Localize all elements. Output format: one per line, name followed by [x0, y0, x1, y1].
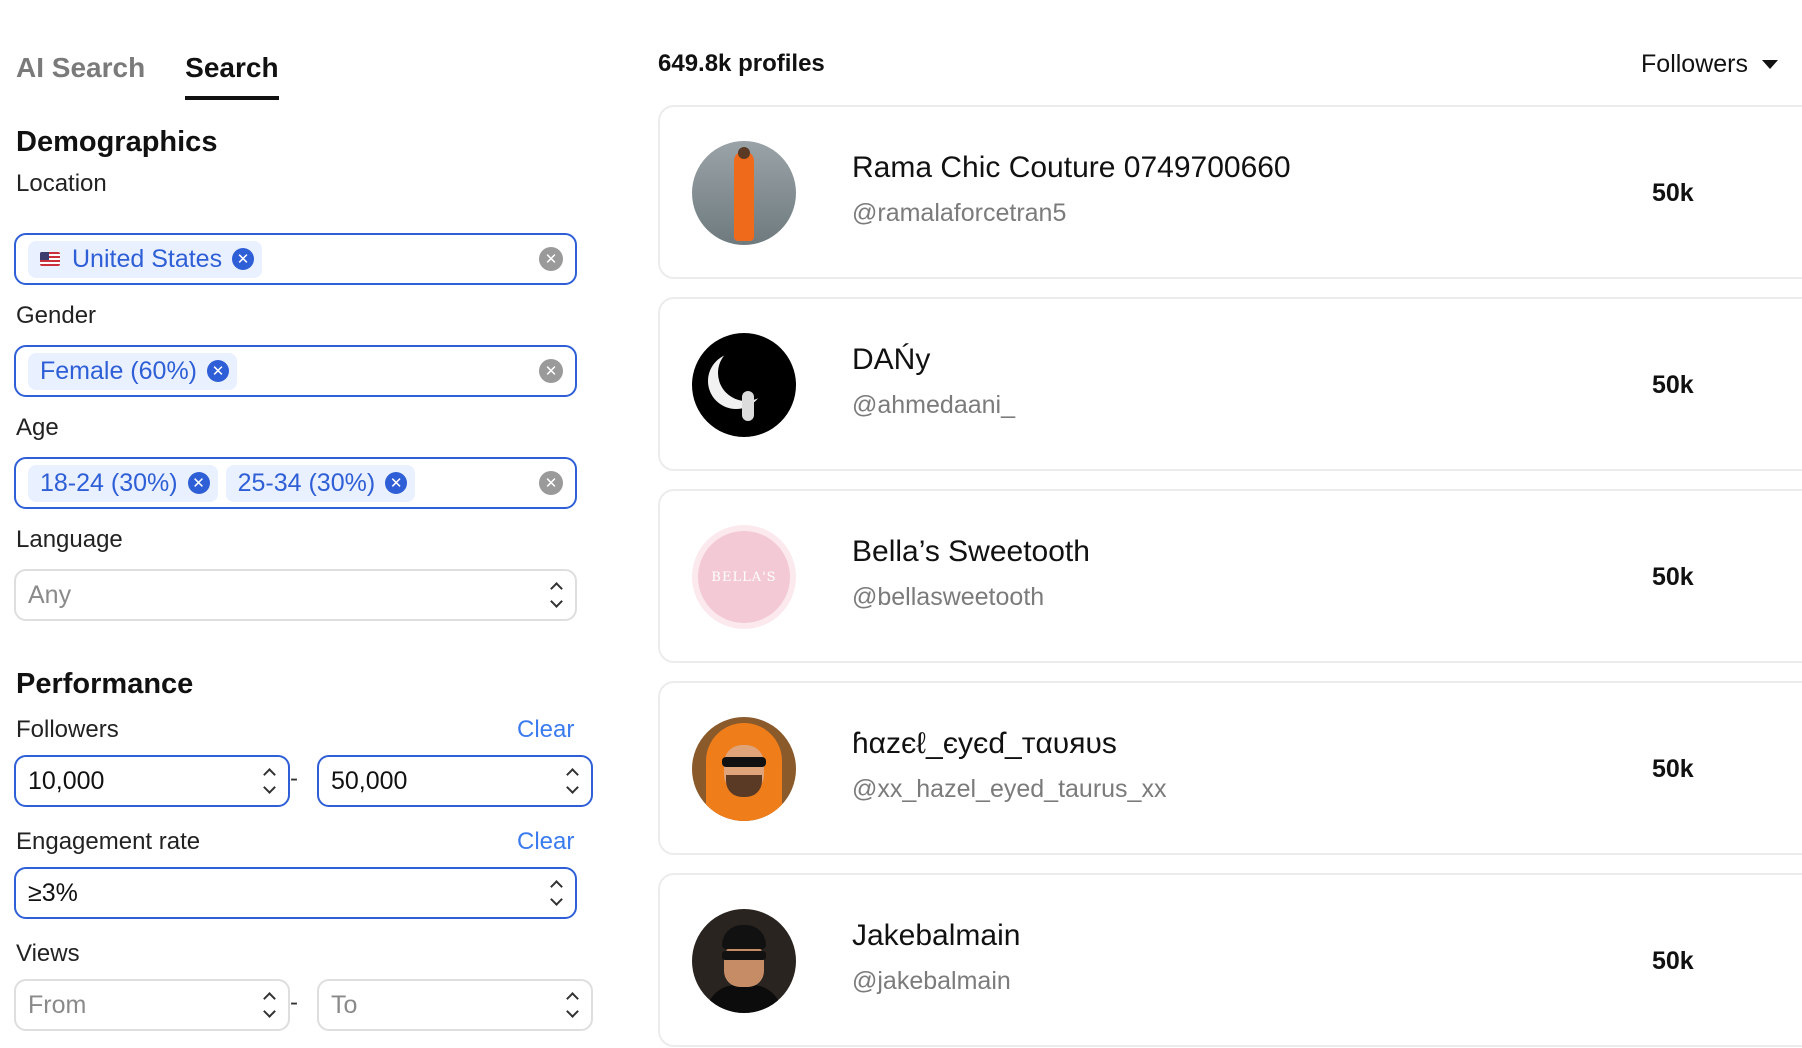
avatar-logo-text: BELLA'S: [711, 569, 777, 585]
age-chip: 25-34 (30%) ✕: [225, 464, 416, 502]
engagement-select[interactable]: ≥3%: [14, 867, 577, 919]
followers-from-value: 10,000: [28, 766, 105, 795]
age-label: Age: [16, 414, 59, 441]
chevron-updown-icon: [565, 770, 579, 792]
gender-label: Gender: [16, 302, 97, 329]
followers-from-select[interactable]: 10,000: [14, 755, 290, 807]
gender-chip-label: Female (60%): [40, 356, 197, 385]
sort-dropdown[interactable]: Followers: [1641, 50, 1778, 79]
location-label: Location: [16, 170, 107, 197]
views-from-value: From: [28, 990, 87, 1019]
close-circle-icon[interactable]: ✕: [232, 248, 255, 270]
range-separator: -: [290, 989, 298, 1016]
location-chip: United States ✕: [28, 240, 263, 278]
results-count: 649.8k profiles: [658, 50, 825, 77]
profile-name: Rama Chic Couture 0749700660: [852, 151, 1291, 184]
views-to-value: To: [331, 990, 358, 1019]
language-value: Any: [28, 580, 72, 609]
clear-circle-icon[interactable]: ✕: [539, 247, 563, 271]
close-circle-icon[interactable]: ✕: [187, 472, 210, 494]
profile-name: Jakebalmain: [852, 919, 1021, 952]
engagement-label: Engagement rate: [16, 828, 201, 855]
profile-handle: @bellasweetooth: [852, 583, 1045, 611]
language-select[interactable]: Any: [14, 569, 577, 621]
profile-name: ɦαzєℓ_єуєɗ_тαυяυѕ: [852, 727, 1117, 760]
clear-circle-icon[interactable]: ✕: [539, 359, 563, 383]
profile-handle: @xx_hazel_eyed_taurus_xx: [852, 775, 1167, 803]
gender-field[interactable]: Female (60%) ✕ ✕: [14, 345, 577, 397]
engagement-clear-link[interactable]: Clear: [517, 828, 574, 856]
chevron-updown-icon: [262, 994, 276, 1016]
profile-followers: 50k: [1652, 947, 1694, 975]
profile-card[interactable]: Jakebalmain @jakebalmain 50k: [658, 873, 1802, 1047]
location-chip-label: United States: [72, 244, 223, 273]
sort-label: Followers: [1641, 50, 1748, 78]
profile-followers: 50k: [1652, 563, 1694, 591]
profile-handle: @ramalaforcetran5: [852, 199, 1067, 227]
age-chip-label: 25-34 (30%): [237, 468, 376, 497]
engagement-value: ≥3%: [28, 878, 78, 907]
chevron-updown-icon: [549, 584, 563, 606]
age-chip-label: 18-24 (30%): [40, 468, 178, 497]
location-field[interactable]: United States ✕ ✕: [14, 233, 577, 285]
close-circle-icon[interactable]: ✕: [207, 360, 229, 382]
close-circle-icon[interactable]: ✕: [385, 472, 408, 494]
performance-title: Performance: [16, 668, 194, 700]
profile-followers: 50k: [1652, 371, 1694, 399]
profile-card[interactable]: Rama Chic Couture 0749700660 @ramalaforc…: [658, 105, 1802, 279]
views-from-select[interactable]: From: [14, 979, 290, 1031]
tab-search[interactable]: Search: [185, 52, 279, 100]
profile-card[interactable]: DAŃy @ahmedaani_ 50k: [658, 297, 1802, 471]
language-label: Language: [16, 526, 123, 553]
profile-handle: @ahmedaani_: [852, 391, 1015, 419]
caret-down-icon: [1762, 60, 1778, 69]
avatar: [692, 717, 796, 821]
us-flag-icon: [40, 252, 60, 266]
avatar: [692, 909, 796, 1013]
tab-ai-search[interactable]: AI Search: [16, 52, 145, 100]
followers-clear-link[interactable]: Clear: [517, 716, 574, 744]
chevron-updown-icon: [565, 994, 579, 1016]
views-to-select[interactable]: To: [317, 979, 593, 1031]
demographics-title: Demographics: [16, 126, 218, 158]
views-label: Views: [16, 940, 80, 967]
followers-label: Followers: [16, 716, 119, 743]
age-chip: 18-24 (30%) ✕: [28, 464, 218, 502]
profile-name: Bella’s Sweetooth: [852, 535, 1090, 568]
chevron-updown-icon: [549, 882, 563, 904]
avatar: [692, 333, 796, 437]
age-field[interactable]: 18-24 (30%) ✕ 25-34 (30%) ✕ ✕: [14, 457, 577, 509]
followers-to-value: 50,000: [331, 766, 408, 795]
range-separator: -: [290, 765, 298, 792]
avatar: [692, 141, 796, 245]
page: AI Search Search Demographics Location U…: [0, 0, 1802, 1048]
profile-card[interactable]: BELLA'S Bella’s Sweetooth @bellasweetoot…: [658, 489, 1802, 663]
gender-chip: Female (60%) ✕: [28, 352, 237, 390]
followers-to-select[interactable]: 50,000: [317, 755, 593, 807]
profile-handle: @jakebalmain: [852, 967, 1011, 995]
search-tabs: AI Search Search: [16, 52, 279, 100]
clear-circle-icon[interactable]: ✕: [539, 471, 563, 495]
chevron-updown-icon: [262, 770, 276, 792]
profile-followers: 50k: [1652, 179, 1694, 207]
profile-card[interactable]: ɦαzєℓ_єуєɗ_тαυяυѕ @xx_hazel_eyed_taurus_…: [658, 681, 1802, 855]
profile-followers: 50k: [1652, 755, 1694, 783]
profile-name: DAŃy: [852, 343, 931, 376]
avatar: BELLA'S: [692, 525, 796, 629]
